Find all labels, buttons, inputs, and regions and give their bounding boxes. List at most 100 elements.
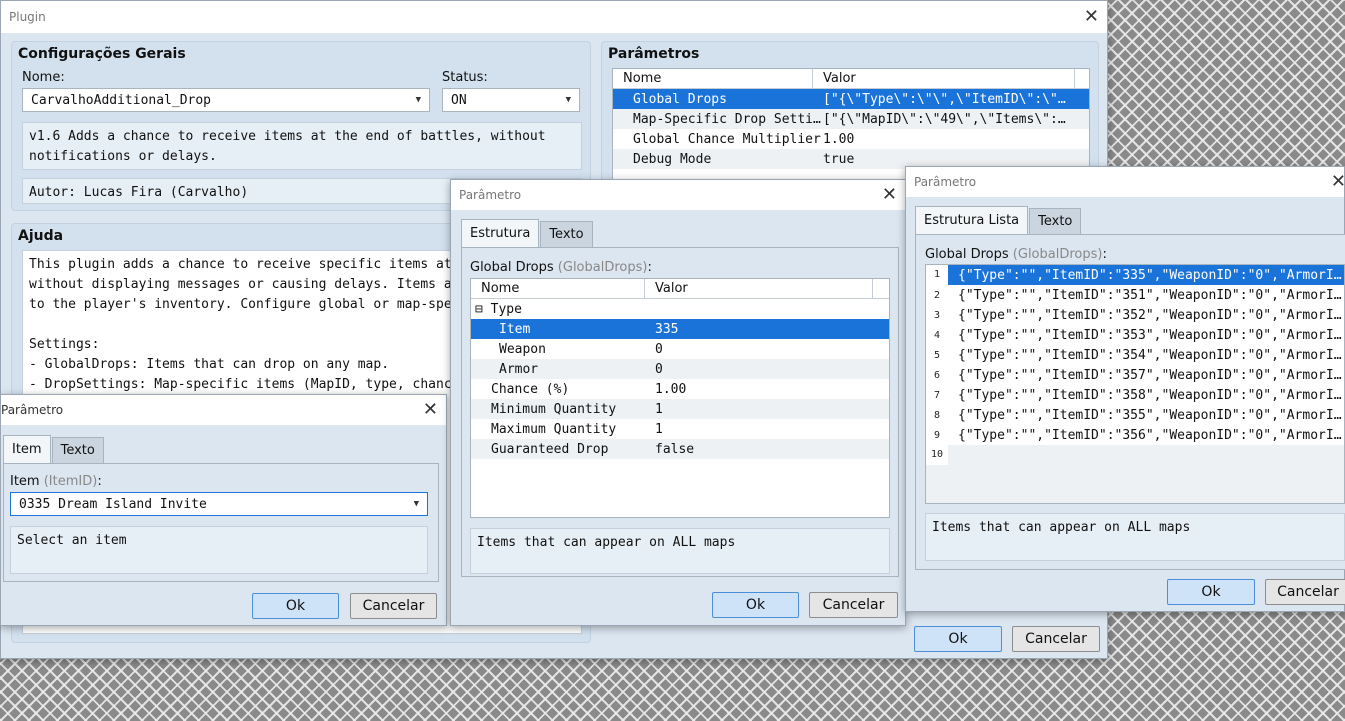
- list-item-value: {"Type":"","ItemID":"354","WeaponID":"0"…: [958, 347, 1344, 363]
- line-number: 8: [933, 409, 941, 421]
- tab-structure[interactable]: Estrutura: [461, 219, 540, 247]
- list-label-hint: (GlobalDrops): [1012, 247, 1103, 262]
- plugin-title: Plugin: [9, 10, 46, 24]
- struct-name: Maximum Quantity: [491, 421, 617, 437]
- struct-dialog-titlebar[interactable]: Parâmetro ✕: [451, 180, 905, 210]
- struct-table[interactable]: Nome Valor ⊟ Type Item 335 Weapon 0 Armor 0…: [470, 278, 890, 518]
- item-help-text[interactable]: Select an item: [10, 526, 428, 574]
- tab-item[interactable]: Item: [3, 435, 51, 463]
- list-dialog: Parâmetro ✕ Estrutura Lista Texto Global…: [905, 166, 1345, 612]
- status-value: ON: [451, 92, 467, 108]
- line-number: 3: [933, 309, 941, 321]
- table-row[interactable]: Global Chance Multiplier 1.00: [613, 129, 1089, 149]
- chevron-down-icon: ▼: [415, 95, 421, 105]
- list-item-value: {"Type":"","ItemID":"335","WeaponID":"0"…: [958, 267, 1344, 283]
- table-row[interactable]: Weapon 0: [471, 339, 889, 359]
- list-item-value: {"Type":"","ItemID":"357","WeaponID":"0"…: [958, 367, 1344, 383]
- struct-cancel-button[interactable]: Cancelar: [809, 592, 898, 618]
- table-row[interactable]: Armor 0: [471, 359, 889, 379]
- list-item[interactable]: 5 {"Type":"","ItemID":"354","WeaponID":"0…: [926, 345, 1344, 365]
- plugin-cancel-button[interactable]: Cancelar: [1012, 626, 1100, 652]
- col-header-value[interactable]: Valor: [813, 69, 1075, 88]
- list-cancel-button[interactable]: Cancelar: [1265, 579, 1345, 605]
- list-item[interactable]: 9 {"Type":"","ItemID":"356","WeaponID":"0…: [926, 425, 1344, 445]
- plugin-titlebar[interactable]: Plugin ✕: [1, 1, 1107, 33]
- list-ok-button[interactable]: Ok: [1167, 579, 1255, 605]
- params-rows: Global Drops ["{\"Type\":\"\",\"ItemID\":…: [613, 89, 1089, 169]
- item-ok-button[interactable]: Ok: [252, 593, 339, 619]
- list-item[interactable]: 7 {"Type":"","ItemID":"358","WeaponID":"0…: [926, 385, 1344, 405]
- struct-name: Weapon: [499, 341, 546, 357]
- struct-dialog: Parâmetro ✕ Estrutura Texto Global Drops…: [450, 179, 906, 626]
- item-cancel-button[interactable]: Cancelar: [350, 593, 437, 619]
- tab-structure-list[interactable]: Estrutura Lista: [915, 206, 1029, 234]
- table-row[interactable]: Global Drops ["{\"Type\":\"\",\"ItemID\":…: [613, 89, 1089, 109]
- list-item[interactable]: 8 {"Type":"","ItemID":"355","WeaponID":"0…: [926, 405, 1344, 425]
- list-table[interactable]: 1 {"Type":"","ItemID":"335","WeaponID":"0…: [925, 264, 1345, 504]
- struct-name: Chance (%): [491, 381, 570, 397]
- label-colon: :: [647, 260, 652, 275]
- table-row[interactable]: Map-Specific Drop Settings ["{\"MapID\":\…: [613, 109, 1089, 129]
- param-value: ["{\"Type\":\"\",\"ItemID\":\"335\…: [823, 91, 1073, 107]
- label-colon: :: [97, 474, 102, 489]
- list-field-label: Global Drops (GlobalDrops):: [925, 247, 1107, 262]
- line-number: 9: [933, 429, 941, 441]
- plugin-ok-button[interactable]: Ok: [914, 626, 1002, 652]
- table-row[interactable]: Chance (%) 1.00: [471, 379, 889, 399]
- plugin-description[interactable]: v1.6 Adds a chance to receive items at t…: [22, 122, 582, 170]
- param-name: Debug Mode: [633, 151, 712, 167]
- param-value: 1.00: [823, 131, 855, 147]
- list-item-value: {"Type":"","ItemID":"356","WeaponID":"0"…: [958, 427, 1344, 443]
- list-dialog-titlebar[interactable]: Parâmetro ✕: [906, 167, 1345, 197]
- item-dialog-titlebar[interactable]: Parâmetro ✕: [1, 395, 446, 425]
- line-number: 10: [926, 445, 948, 465]
- status-select[interactable]: ON ▼: [442, 88, 580, 112]
- col-header-name[interactable]: Nome: [613, 69, 813, 88]
- list-dialog-panel: Global Drops (GlobalDrops): 1 {"Type":"",…: [915, 234, 1345, 570]
- item-dialog-title: Parâmetro: [1, 403, 64, 417]
- col-header-value[interactable]: Valor: [645, 279, 873, 298]
- item-label-text: Item: [10, 474, 40, 489]
- struct-value: 1.00: [655, 381, 687, 397]
- param-value: ["{\"MapID\":\"49\",\"Items\":\"[\…: [823, 111, 1073, 127]
- close-icon[interactable]: ✕: [423, 401, 438, 419]
- list-item[interactable]: 1 {"Type":"","ItemID":"335","WeaponID":"0…: [926, 265, 1344, 285]
- struct-name: Minimum Quantity: [491, 401, 617, 417]
- list-help-text[interactable]: Items that can appear on ALL maps: [925, 513, 1345, 561]
- item-select[interactable]: 0335 Dream Island Invite ▼: [10, 492, 428, 516]
- struct-value: 335: [655, 321, 679, 337]
- table-row[interactable]: Minimum Quantity 1: [471, 399, 889, 419]
- list-item[interactable]: 10: [926, 445, 1344, 465]
- col-header-name[interactable]: Nome: [471, 279, 645, 298]
- tab-text[interactable]: Texto: [51, 437, 104, 463]
- struct-rows: ⊟ Type Item 335 Weapon 0 Armor 0 Chance (%)…: [471, 299, 889, 459]
- struct-ok-button[interactable]: Ok: [712, 592, 799, 618]
- general-settings-title: Configurações Gerais: [18, 46, 186, 62]
- close-icon[interactable]: ✕: [882, 186, 897, 204]
- name-label: Nome:: [22, 70, 65, 85]
- item-label-hint: (ItemID): [43, 474, 98, 489]
- list-item[interactable]: 2 {"Type":"","ItemID":"351","WeaponID":"0…: [926, 285, 1344, 305]
- close-icon[interactable]: ✕: [1331, 173, 1345, 191]
- struct-dialog-panel: Global Drops (GlobalDrops): Nome Valor ⊟…: [461, 247, 899, 577]
- table-row[interactable]: Guaranteed Drop false: [471, 439, 889, 459]
- line-number: 2: [933, 289, 941, 301]
- close-icon[interactable]: ✕: [1084, 8, 1099, 26]
- tab-text[interactable]: Texto: [1029, 208, 1082, 234]
- list-item[interactable]: 6 {"Type":"","ItemID":"357","WeaponID":"0…: [926, 365, 1344, 385]
- struct-help-text[interactable]: Items that can appear on ALL maps: [470, 528, 890, 574]
- param-name: Map-Specific Drop Settings: [633, 111, 823, 127]
- table-row[interactable]: Maximum Quantity 1: [471, 419, 889, 439]
- table-row[interactable]: ⊟ Type: [471, 299, 889, 319]
- list-label-text: Global Drops: [925, 247, 1009, 262]
- list-item[interactable]: 4 {"Type":"","ItemID":"353","WeaponID":"0…: [926, 325, 1344, 345]
- plugin-name-select[interactable]: CarvalhoAdditional_Drop ▼: [22, 88, 430, 112]
- struct-name: Armor: [499, 361, 539, 377]
- list-item-value: {"Type":"","ItemID":"353","WeaponID":"0"…: [958, 327, 1344, 343]
- status-label: Status:: [442, 70, 488, 85]
- list-item[interactable]: 3 {"Type":"","ItemID":"352","WeaponID":"0…: [926, 305, 1344, 325]
- tab-text[interactable]: Texto: [540, 221, 593, 247]
- struct-dialog-tabs: Estrutura Texto: [461, 219, 594, 247]
- table-row[interactable]: Item 335: [471, 319, 889, 339]
- struct-value: false: [655, 441, 695, 457]
